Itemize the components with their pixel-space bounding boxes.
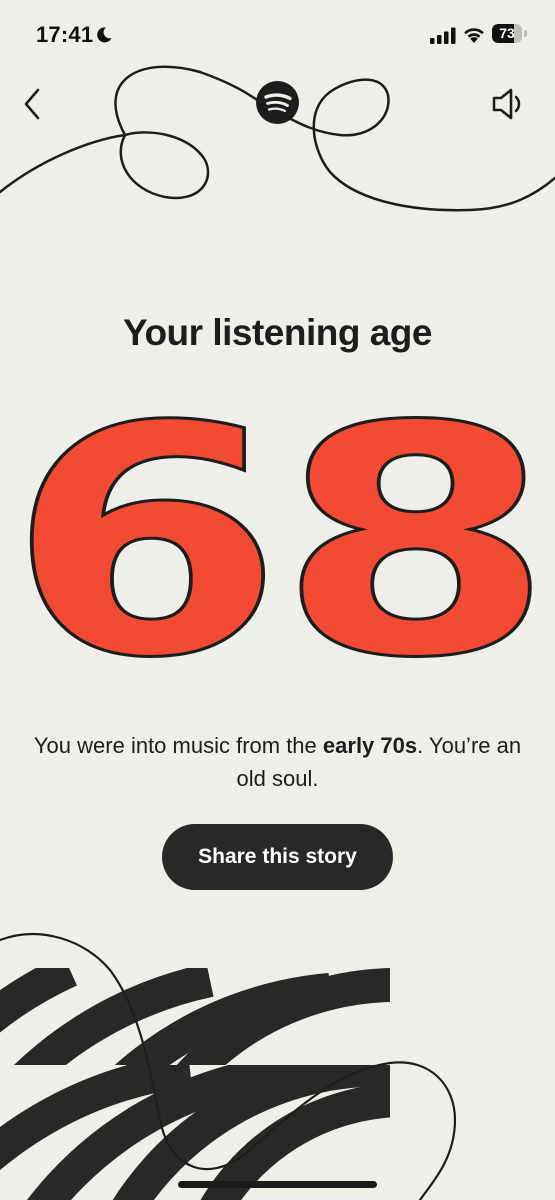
description-bold-era: early 70s [322,733,418,758]
spotify-logo-icon [256,81,299,124]
listening-age-number: 68 [6,400,555,680]
volume-icon[interactable] [488,84,528,124]
striped-arc-decoration [0,933,457,1200]
share-story-button[interactable]: Share this story [162,824,393,890]
home-indicator[interactable] [178,1181,377,1188]
description-prefix: You were into music from the [33,733,323,758]
age-value: 68 [7,400,547,680]
wrapped-story-screen: 17:41 73 Your listening age 68 You were … [0,0,555,1200]
story-description: You were into music from the early 70s. … [30,729,525,795]
back-chevron-icon[interactable] [16,84,50,124]
story-title: Your listening age [123,312,432,353]
